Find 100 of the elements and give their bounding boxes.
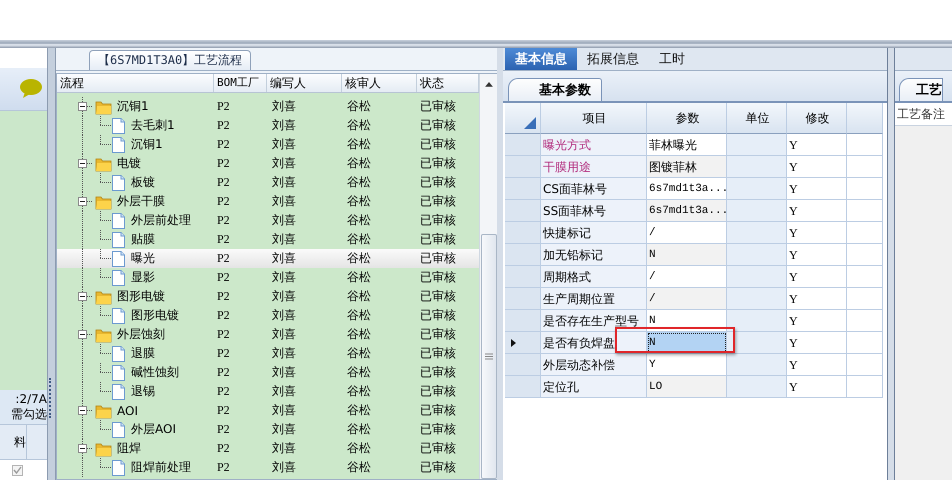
column-header[interactable]: 核审人 — [342, 74, 417, 92]
table-cell-text: 刘喜 — [271, 326, 297, 343]
expand-toggle[interactable] — [78, 406, 87, 415]
file-icon — [111, 346, 126, 362]
table-cell-text: 谷松 — [346, 212, 372, 229]
tree-row[interactable]: 显影 P2 刘喜 谷松 已审核 — [57, 268, 479, 287]
expand-toggle[interactable] — [78, 444, 87, 453]
panel-tab[interactable]: 工艺 — [899, 78, 943, 101]
scrollbar[interactable] — [479, 74, 497, 479]
table-cell: Y — [787, 134, 847, 156]
comment-icon[interactable] — [19, 78, 43, 100]
file-icon — [111, 232, 126, 248]
table-cell[interactable]: Y — [647, 354, 727, 376]
tree-row[interactable]: 外层蚀刻 P2 刘喜 谷松 已审核 — [57, 325, 479, 344]
tree-item-label: 沉铜1 — [131, 136, 163, 153]
tree-row[interactable]: 去毛刺1 P2 刘喜 谷松 已审核 — [57, 116, 479, 135]
table-cell: SS面菲林号 — [541, 200, 647, 222]
table-cell-text: 已审核 — [419, 117, 457, 134]
tab[interactable]: 拓展信息 — [577, 48, 649, 70]
tree-row[interactable]: 图形电镀 P2 刘喜 谷松 已审核 — [57, 287, 479, 306]
table-cell[interactable]: / — [647, 266, 727, 288]
column-header[interactable]: 编写人 — [267, 74, 342, 92]
column-header[interactable]: 修改 — [787, 103, 847, 134]
table-cell[interactable]: LO — [647, 376, 727, 398]
expand-toggle[interactable] — [78, 330, 87, 339]
table-cell-text: P2 — [216, 422, 231, 437]
table-cell[interactable]: / — [647, 222, 727, 244]
table-cell: Y — [787, 156, 847, 178]
column-header[interactable]: 项目 — [541, 103, 647, 134]
table-cell-text: 已审核 — [419, 174, 457, 191]
table-cell-text: P2 — [216, 232, 231, 247]
expand-toggle[interactable] — [78, 197, 87, 206]
column-header[interactable]: 单位 — [727, 103, 787, 134]
table-cell-text: 已审核 — [419, 155, 457, 172]
sub-tab[interactable]: 基本参数 — [508, 78, 602, 101]
scrollbar-thumb[interactable] — [480, 234, 496, 479]
table-cell-text: 谷松 — [346, 364, 372, 381]
table-cell-text: 谷松 — [346, 307, 372, 324]
table-cell-text: 谷松 — [346, 326, 372, 343]
tree-row[interactable]: 板镀 P2 刘喜 谷松 已审核 — [57, 173, 479, 192]
table-cell[interactable]: N — [647, 332, 727, 354]
table-cell-text: 刘喜 — [271, 307, 297, 324]
table-cell[interactable]: 菲林曝光 — [647, 134, 727, 156]
tree-row[interactable]: 阻焊 P2 刘喜 谷松 已审核 — [57, 439, 479, 458]
table-cell: Y — [787, 200, 847, 222]
expand-toggle[interactable] — [78, 159, 87, 168]
row-header[interactable] — [505, 332, 541, 354]
tree-row[interactable]: 退锡 P2 刘喜 谷松 已审核 — [57, 382, 479, 401]
table-cell-text: P2 — [216, 270, 231, 285]
tree-row[interactable]: 外层前处理 P2 刘喜 谷松 已审核 — [57, 211, 479, 230]
table-cell-text: 刘喜 — [271, 440, 297, 457]
table-cell-text: P2 — [216, 460, 231, 475]
table-cell-text: 刘喜 — [271, 193, 297, 210]
column-header[interactable]: 参数 — [647, 103, 727, 134]
tab[interactable]: 工时 — [649, 48, 695, 70]
tree-row[interactable]: 外层AOI P2 刘喜 谷松 已审核 — [57, 420, 479, 439]
tree-row[interactable]: 沉铜1 P2 刘喜 谷松 已审核 — [57, 97, 479, 116]
file-icon — [111, 308, 126, 324]
column-header[interactable]: 流程 — [57, 74, 214, 92]
table-cell-text: P2 — [216, 118, 231, 133]
file-icon — [111, 250, 126, 266]
tree-row[interactable]: 碱性蚀刻 P2 刘喜 谷松 已审核 — [57, 363, 479, 382]
table-cell-text: P2 — [216, 327, 231, 342]
tree-row[interactable]: 曝光 P2 刘喜 谷松 已审核 — [57, 249, 479, 268]
tree-row[interactable]: 沉铜1 P2 刘喜 谷松 已审核 — [57, 135, 479, 154]
column-header[interactable]: BOM工厂 — [214, 74, 267, 92]
table-cell[interactable]: N — [647, 244, 727, 266]
table-cell-text: 刘喜 — [271, 174, 297, 191]
folder-icon — [95, 402, 112, 418]
expand-toggle[interactable] — [78, 102, 87, 111]
table-cell-text: 已审核 — [419, 98, 457, 115]
tab[interactable]: 基本信息 — [505, 48, 577, 70]
table-cell[interactable]: 6s7md1t3a... — [647, 178, 727, 200]
tree-row[interactable]: AOI P2 刘喜 谷松 已审核 — [57, 401, 479, 420]
table-cell-text: 已审核 — [419, 440, 457, 457]
tree-row[interactable]: 电镀 P2 刘喜 谷松 已审核 — [57, 154, 479, 173]
tree-row[interactable]: 退膜 P2 刘喜 谷松 已审核 — [57, 344, 479, 363]
table-cell-text: 谷松 — [346, 288, 372, 305]
tree-row[interactable]: 外层干膜 P2 刘喜 谷松 已审核 — [57, 192, 479, 211]
table-cell[interactable]: 图镀菲林 — [647, 156, 727, 178]
table-cell-text: 谷松 — [346, 383, 372, 400]
tree-item-label: 图形电镀 — [131, 307, 179, 324]
panel-title: 【6S7MD1T3A0】工艺流程 — [89, 50, 252, 70]
checkbox[interactable] — [12, 464, 23, 476]
column-header — [847, 103, 883, 134]
table-cell-text: 刘喜 — [271, 421, 297, 438]
tree-row[interactable]: 阻焊前处理 P2 刘喜 谷松 已审核 — [57, 458, 479, 477]
table-cell — [847, 244, 883, 266]
table-cell[interactable]: N — [647, 310, 727, 332]
table-cell-text: 已审核 — [419, 193, 457, 210]
tree-row[interactable]: 贴膜 P2 刘喜 谷松 已审核 — [57, 230, 479, 249]
table-cell: 是否存在生产型号 — [541, 310, 647, 332]
table-cell-text: 已审核 — [419, 136, 457, 153]
expand-toggle[interactable] — [78, 292, 87, 301]
table-cell[interactable]: 6s7md1t3a... — [647, 200, 727, 222]
tree-row[interactable]: 图形电镀 P2 刘喜 谷松 已审核 — [57, 306, 479, 325]
table-cell[interactable]: / — [647, 288, 727, 310]
file-icon — [111, 136, 126, 152]
scroll-up-icon[interactable] — [484, 80, 494, 89]
table-cell-text: 谷松 — [346, 231, 372, 248]
